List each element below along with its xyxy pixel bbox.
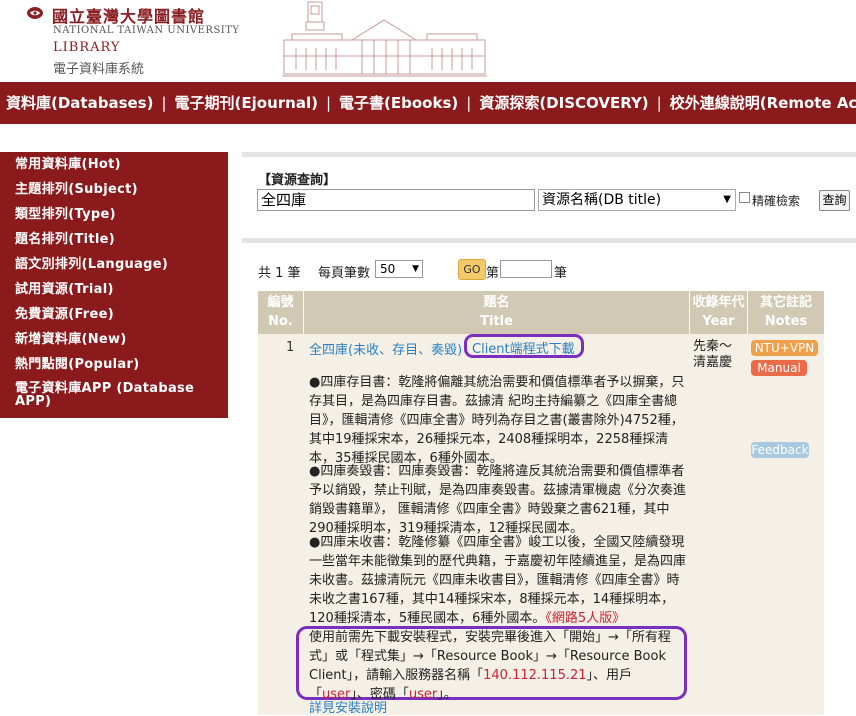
- sidebar-item-new[interactable]: 新增資料庫(New): [15, 328, 127, 347]
- header: 國立臺灣大學圖書館 NATIONAL TAIWAN UNIVERSITY LIB…: [0, 0, 856, 82]
- result-count: 共 1 筆: [258, 266, 301, 281]
- install-guide-link[interactable]: 詳見安裝說明: [309, 697, 387, 716]
- client-download-link[interactable]: Client端程式下載: [472, 338, 575, 357]
- university-seal-icon: [27, 7, 43, 19]
- coverage-years: 先秦～ 清嘉慶: [693, 339, 732, 371]
- description-zouhui: ●四庫奏毀書：四庫奏毀書：乾隆將違反其統治需要和價值標準者予以銷毀，禁止刊賦，是…: [309, 464, 687, 536]
- sidebar-item-subject[interactable]: 主題排列(Subject): [15, 178, 138, 197]
- search-field-select[interactable]: 資源名稱(DB title) ▼: [538, 189, 736, 211]
- library-name-zh[interactable]: 國立臺灣大學圖書館: [52, 3, 205, 27]
- user-limit-link[interactable]: 《網路5人版》: [545, 611, 625, 626]
- column-header-year: 收錄年代 Year: [690, 291, 747, 334]
- description-weishou-text: ●四庫未收書：乾隆修纂《四庫全書》峻工以後，全國又陸續發現一些當年未能徵集到的歷…: [309, 535, 687, 626]
- install-note-text: 」。: [437, 687, 457, 702]
- top-navigation: 資料庫(Databases) | 電子期刊(Ejournal) | 電子書(Ebooks…: [0, 82, 856, 124]
- exact-search-label: 精確檢索: [752, 194, 801, 208]
- search-panel: 【資源查詢】 全四庫 資源名稱(DB title) ▼ 精確檢索 查詢: [242, 152, 856, 224]
- sidebar-item-hot[interactable]: 常用資料庫(Hot): [15, 153, 121, 172]
- search-field-selected: 資源名稱(DB title): [542, 192, 662, 208]
- sidebar-item-language[interactable]: 語文別排列(Language): [15, 253, 168, 272]
- sidebar-item-title[interactable]: 題名排列(Title): [15, 228, 115, 247]
- nav-separator: |: [161, 94, 167, 112]
- sidebar-item-popular[interactable]: 熱門點閱(Popular): [15, 353, 139, 372]
- per-page-value: 50: [380, 262, 396, 276]
- search-button[interactable]: 查詢: [819, 190, 850, 211]
- library-name-en: NATIONAL TAIWAN UNIVERSITY: [53, 25, 240, 36]
- system-name: 電子資料庫系統: [53, 62, 145, 77]
- column-header-title-en: Title: [480, 314, 513, 329]
- column-header-title: 題名 Title: [304, 291, 689, 334]
- coverage-year-end: 清嘉慶: [693, 355, 733, 370]
- nav-ebooks[interactable]: 電子書(Ebooks): [339, 82, 458, 124]
- column-header-no-zh: 編號: [267, 295, 294, 310]
- search-panel-title: 【資源查詢】: [258, 173, 337, 188]
- results-panel: 共 1 筆 每頁筆數 50 ▼ GO 第 筆 編號 No. 題名 Title 收…: [242, 238, 856, 716]
- column-header-notes-zh: 其它註記: [759, 295, 812, 310]
- per-page-select[interactable]: 50 ▼: [375, 260, 423, 278]
- nav-discovery[interactable]: 資源探索(DISCOVERY): [479, 82, 648, 124]
- column-header-year-en: Year: [702, 314, 735, 329]
- column-header-notes: 其它註記 Notes: [748, 291, 824, 334]
- go-button[interactable]: GO: [458, 259, 486, 280]
- nav-separator: |: [656, 94, 662, 112]
- nav-separator: |: [325, 94, 332, 112]
- description-cunmu: ●四庫存目書：乾隆將偏離其統治需要和價值標準者予以摒棄，只存其目，是為四庫存目書…: [309, 375, 685, 466]
- column-header-no: 編號 No.: [258, 291, 303, 334]
- sidebar: 常用資料庫(Hot) 主題排列(Subject) 類型排列(Type) 題名排列…: [0, 152, 228, 418]
- client-download-highlight: Client端程式下載: [464, 334, 584, 358]
- database-title-link[interactable]: 全四庫(未收、存目、奏毀): [309, 339, 462, 358]
- sidebar-item-trial[interactable]: 試用資源(Trial): [15, 278, 114, 297]
- page-prefix: 第: [486, 266, 500, 281]
- sidebar-item-app-cont[interactable]: APP): [15, 394, 51, 409]
- library-label: LIBRARY: [53, 40, 121, 55]
- library-building-illustration: [282, 1, 487, 77]
- column-header-year-zh: 收錄年代: [692, 295, 745, 310]
- nav-remote-access[interactable]: 校外連線說明(Remote Access): [670, 82, 856, 124]
- chevron-down-icon: ▼: [723, 194, 731, 205]
- search-input[interactable]: 全四庫: [257, 189, 535, 211]
- password: user: [408, 687, 438, 702]
- exact-search-checkbox[interactable]: [739, 192, 750, 203]
- column-header-notes-en: Notes: [764, 314, 808, 329]
- manual-badge[interactable]: Manual: [751, 360, 807, 376]
- nav-separator: |: [466, 94, 472, 112]
- description-weishou: ●四庫未收書：乾隆修纂《四庫全書》峻工以後，全國又陸續發現一些當年未能徵集到的歷…: [309, 533, 689, 628]
- column-header-title-zh: 題名: [483, 295, 510, 310]
- vpn-badge[interactable]: NTU+VPN: [751, 340, 818, 356]
- feedback-badge[interactable]: Feedback: [751, 442, 809, 458]
- nav-databases[interactable]: 資料庫(Databases): [6, 82, 153, 124]
- server-name: 140.112.115.21: [483, 668, 587, 683]
- column-header-no-en: No.: [268, 314, 293, 329]
- chevron-down-icon: ▼: [412, 264, 419, 274]
- row-number: 1: [286, 340, 295, 355]
- sidebar-item-free[interactable]: 免費資源(Free): [15, 303, 114, 322]
- sidebar-item-type[interactable]: 類型排列(Type): [15, 203, 116, 222]
- page-suffix: 筆: [554, 266, 568, 281]
- coverage-year-start: 先秦～: [693, 339, 733, 354]
- page-number-input[interactable]: [500, 260, 552, 278]
- install-note: 使用前需先下載安裝程式，安裝完畢後進入「開始」→「所有程式」或「程式集」→「Re…: [309, 628, 684, 704]
- nav-ejournal[interactable]: 電子期刊(Ejournal): [175, 82, 318, 124]
- per-page-label: 每頁筆數: [318, 266, 371, 281]
